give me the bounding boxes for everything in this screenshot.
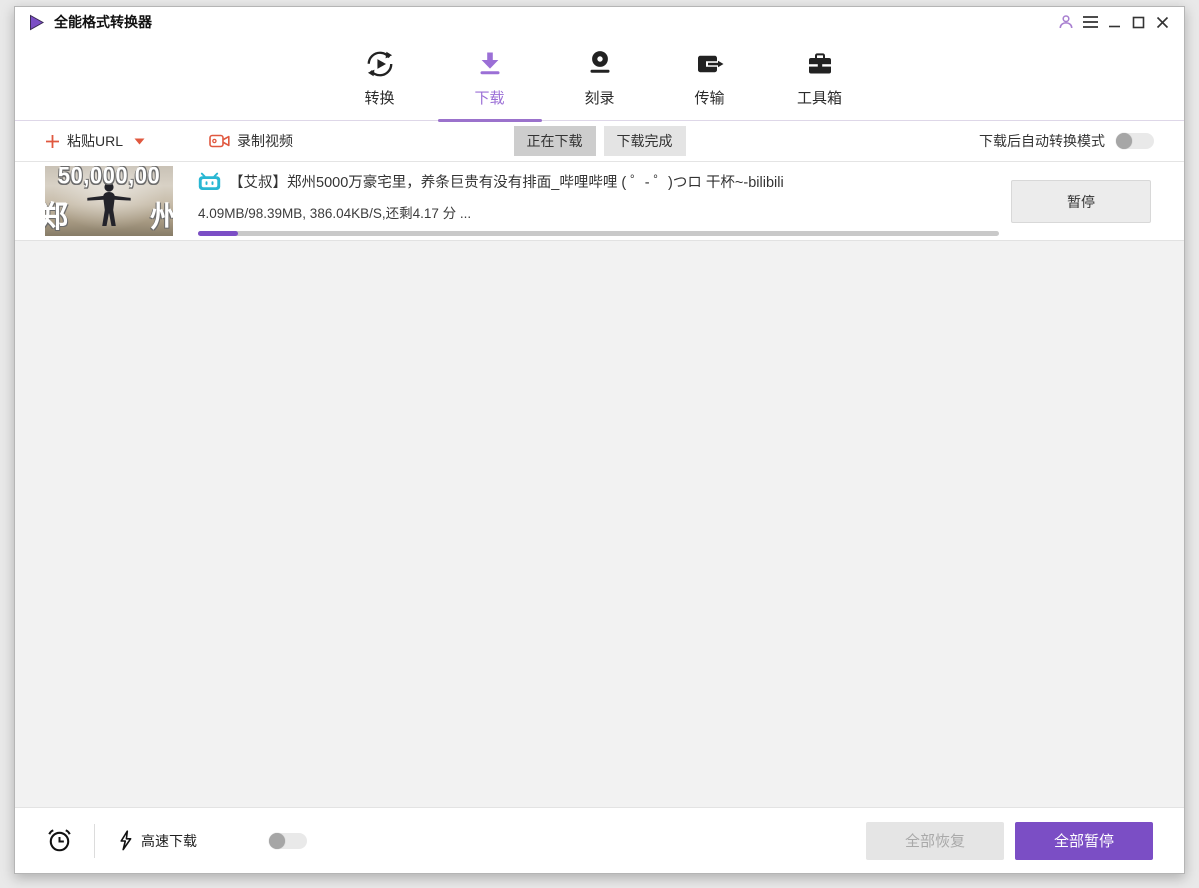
- close-icon[interactable]: [1150, 10, 1174, 34]
- titlebar: 全能格式转换器: [15, 7, 1184, 37]
- paste-url-label: 粘贴URL: [67, 133, 124, 149]
- minimize-icon[interactable]: [1102, 10, 1126, 34]
- download-icon: [476, 47, 504, 81]
- app-title: 全能格式转换器: [54, 14, 152, 30]
- paste-url-button[interactable]: 粘贴URL: [45, 131, 145, 151]
- tab-transfer-label: 传输: [694, 90, 725, 107]
- tab-transfer[interactable]: 传输: [655, 37, 765, 120]
- high-speed-toggle[interactable]: [269, 832, 307, 849]
- auto-convert-mode: 下载后自动转换模式: [979, 131, 1154, 151]
- footer-buttons: 全部恢复 全部暂停: [866, 821, 1153, 860]
- thumbnail-left-char: 郑: [45, 201, 68, 234]
- footer-divider: [94, 823, 95, 858]
- burn-icon: [586, 47, 614, 81]
- record-video-button[interactable]: 录制视频: [209, 131, 293, 151]
- subtab-finished[interactable]: 下载完成: [603, 126, 686, 156]
- main-nav: 转换 下载 刻录 传输 工具箱: [15, 37, 1184, 122]
- high-speed-label: 高速下载: [141, 832, 197, 849]
- menu-icon[interactable]: [1078, 10, 1102, 34]
- tab-download[interactable]: 下载: [435, 37, 545, 122]
- tab-toolbox-label: 工具箱: [796, 90, 842, 107]
- transfer-icon: [695, 47, 725, 81]
- toolbar: 粘贴URL 录制视频 正在下载 下载完成 下载后自动转换模式: [15, 121, 1184, 162]
- video-thumbnail: 50,000,00 郑 州: [45, 166, 173, 236]
- account-icon[interactable]: [1054, 10, 1078, 34]
- progress-bar-track: [198, 231, 999, 236]
- plus-icon: [45, 134, 60, 149]
- tab-burn-label: 刻录: [584, 90, 615, 107]
- record-video-label: 录制视频: [237, 133, 294, 149]
- tab-convert[interactable]: 转换: [325, 37, 435, 120]
- download-item-row: 50,000,00 郑 州 【艾叔】郑州5000万豪宅里，养条巨贵有没有排面_哔…: [15, 162, 1184, 241]
- maximize-icon[interactable]: [1126, 10, 1150, 34]
- high-speed-download: 高速下载: [118, 830, 197, 851]
- bilibili-icon: [198, 172, 221, 192]
- tab-convert-label: 转换: [364, 90, 395, 107]
- app-logo-icon: [28, 14, 45, 31]
- resume-all-button[interactable]: 全部恢复: [866, 821, 1004, 860]
- download-list-area: [15, 241, 1184, 807]
- convert-icon: [365, 47, 395, 81]
- thumbnail-price-text: 50,000,00: [57, 166, 161, 190]
- window-controls: [1054, 7, 1174, 37]
- thumbnail-right-char: 州: [150, 201, 173, 234]
- pause-all-button[interactable]: 全部暂停: [1015, 821, 1153, 860]
- auto-convert-label: 下载后自动转换模式: [979, 133, 1105, 149]
- auto-convert-toggle[interactable]: [1116, 133, 1154, 149]
- camera-icon: [209, 133, 230, 149]
- download-item-info: 【艾叔】郑州5000万豪宅里，养条巨贵有没有排面_哔哩哔哩 ( ゜- ゜)つロ …: [198, 166, 999, 236]
- subtab-downloading[interactable]: 正在下载: [513, 126, 596, 156]
- download-progress-text: 4.09MB/98.39MB, 386.04KB/S,还剩4.17 分 ...: [198, 206, 472, 221]
- download-subtabs: 正在下载 下载完成: [513, 126, 686, 156]
- tab-download-label: 下载: [474, 90, 505, 107]
- schedule-clock-icon[interactable]: [46, 827, 73, 854]
- lightning-icon: [118, 830, 132, 851]
- progress-bar-fill: [198, 231, 239, 236]
- caret-down-icon: [134, 138, 145, 145]
- app-window: 全能格式转换器 转换 下载 刻录 传输 工具箱 粘贴URL 录制视频 正在下载 …: [14, 6, 1185, 874]
- footer-bar: 高速下载 全部恢复 全部暂停: [15, 807, 1184, 873]
- video-title: 【艾叔】郑州5000万豪宅里，养条巨贵有没有排面_哔哩哔哩 ( ゜- ゜)つロ …: [229, 175, 784, 191]
- tab-burn[interactable]: 刻录: [545, 37, 655, 120]
- pause-button[interactable]: 暂停: [1011, 180, 1151, 223]
- tab-toolbox[interactable]: 工具箱: [765, 37, 875, 120]
- toolbox-icon: [806, 47, 834, 81]
